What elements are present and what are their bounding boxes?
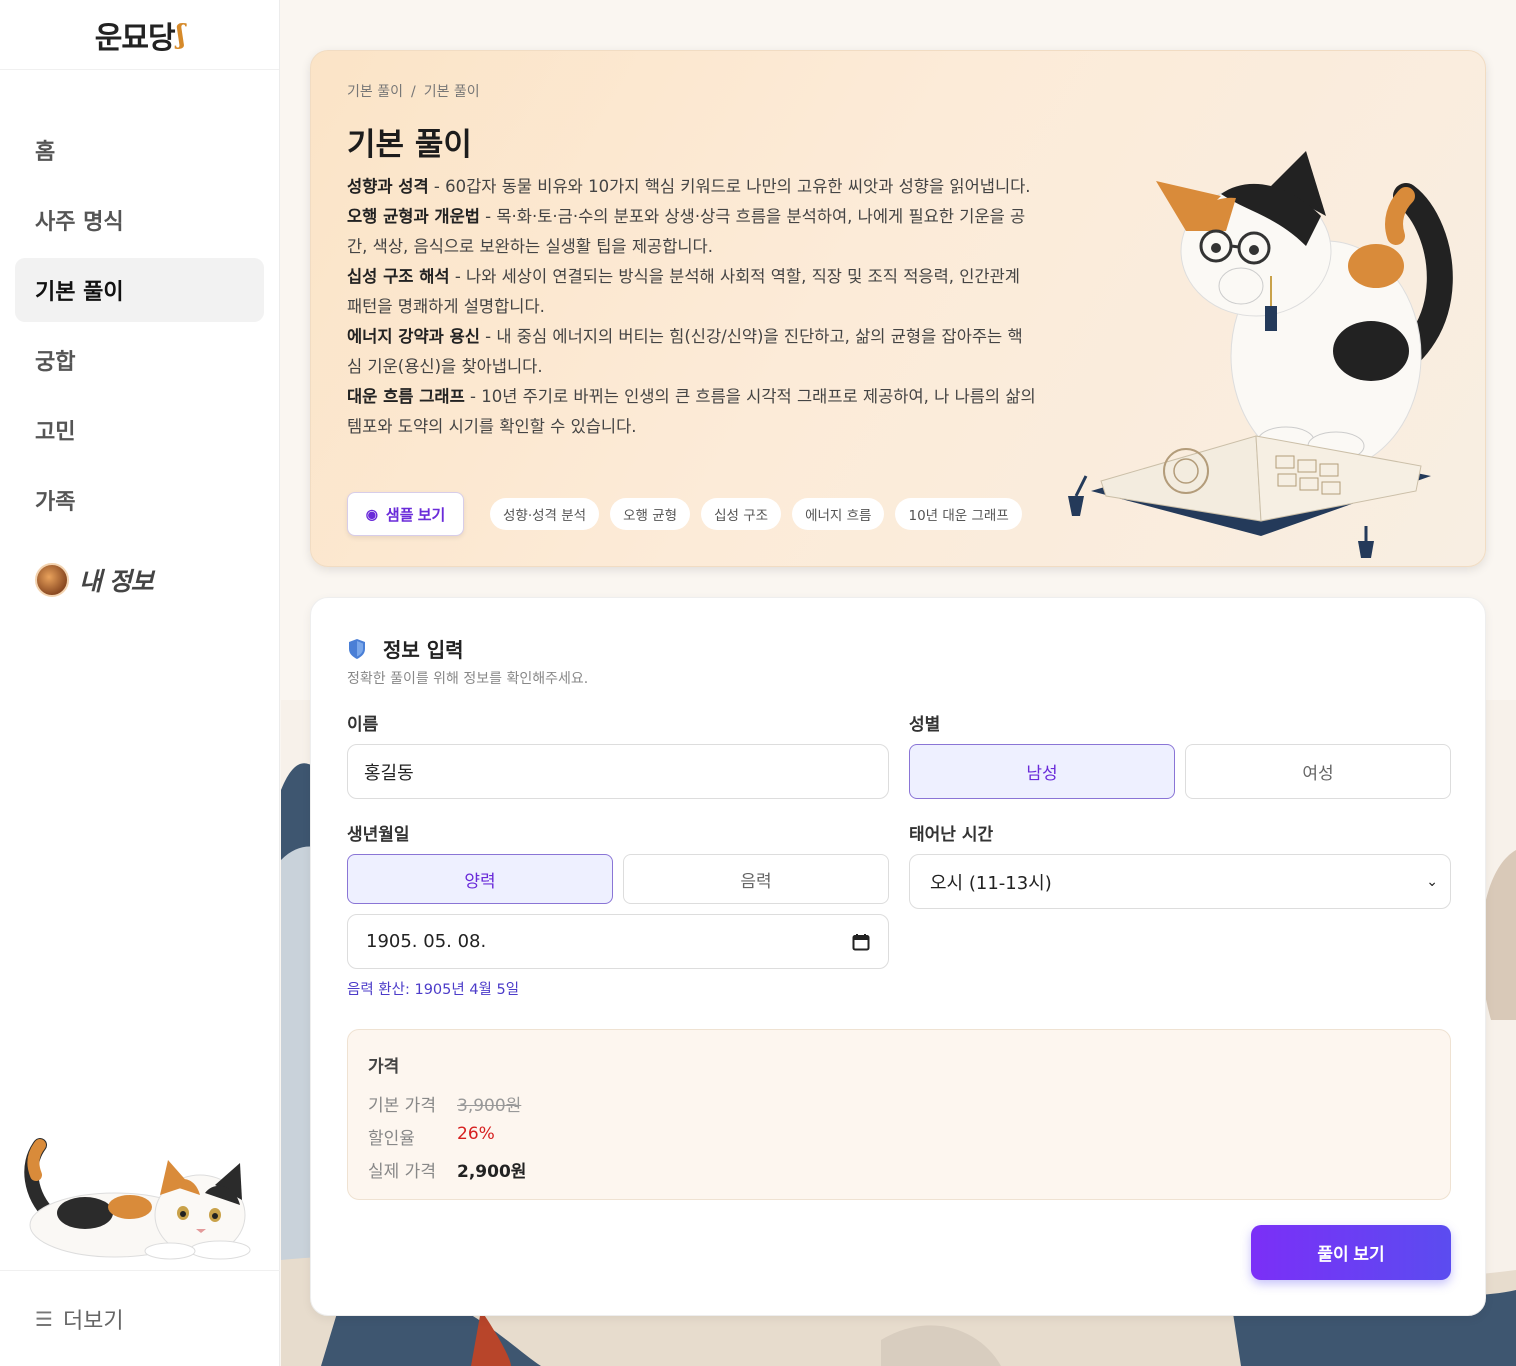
feature-title: 십성 구조 해석: [347, 267, 450, 286]
birth-time-select[interactable]: 오시 (11-13시) ⌄: [909, 854, 1451, 909]
my-info-label: 내 정보: [79, 567, 154, 596]
gender-female-button[interactable]: 여성: [1185, 744, 1451, 799]
shield-icon: [349, 638, 365, 659]
sidebar-item-my-info[interactable]: 내 정보: [35, 562, 154, 598]
gender-male-button[interactable]: 남성: [909, 744, 1175, 799]
price-box: 가격 기본 가격 3,900원 할인율 26% 실제 가격 2,900원: [347, 1029, 1451, 1200]
feature-tag: 10년 대운 그래프: [895, 498, 1022, 530]
breadcrumb-item[interactable]: 기본 풀이: [347, 84, 403, 100]
feature-tag: 십성 구조: [701, 498, 782, 530]
sidebar-item-basic-reading[interactable]: 기본 풀이: [15, 258, 264, 322]
feature-title: 성향과 성격: [347, 177, 429, 196]
hero-actions: ◉ 샘플 보기 성향·성격 분석 오행 균형 십성 구조 에너지 흐름 10년 …: [347, 492, 1033, 536]
discount-value: 26%: [457, 1124, 495, 1144]
reading-cat-illustration: [1068, 151, 1453, 558]
gender-label: 성별: [909, 715, 941, 735]
feature-item: 에너지 강약과 용신 - 내 중심 에너지의 버티는 힘(신강/신약)을 진단하…: [347, 322, 1037, 382]
sidebar-item-family[interactable]: 가족: [15, 468, 264, 532]
feature-tag: 성향·성격 분석: [490, 498, 600, 530]
info-input-card: 정보 입력 정확한 풀이를 위해 정보를 확인해주세요. 이름 홍길동 성별 남…: [310, 597, 1486, 1316]
price-row-discount: 할인율 26%: [368, 1124, 495, 1149]
more-label: 더보기: [62, 1308, 124, 1334]
chevron-down-icon: ⌄: [1426, 873, 1438, 890]
feature-item: 대운 흐름 그래프 - 10년 주기로 바뀌는 인생의 큰 흐름을 시각적 그래…: [347, 382, 1037, 442]
price-row-base: 기본 가격 3,900원: [368, 1091, 521, 1116]
logo-text: 운묘당: [94, 20, 176, 56]
logo[interactable]: 운묘당 ʃ: [0, 0, 279, 70]
avatar: [35, 563, 69, 597]
birth-time-label: 태어난 시간: [909, 825, 994, 845]
discount-label: 할인율: [368, 1129, 415, 1149]
sidebar-nav: 홈 사주 명식 기본 풀이 궁합 고민 가족: [15, 118, 264, 538]
name-input[interactable]: 홍길동: [347, 744, 889, 799]
base-price-value: 3,900원: [457, 1096, 522, 1116]
feature-item: 성향과 성격 - 60갑자 동물 비유와 10가지 핵심 키워드로 나만의 고유…: [347, 172, 1037, 202]
sidebar: 운묘당 ʃ 홈 사주 명식 기본 풀이 궁합 고민 가족 내 정보 ☰ 더보기: [0, 0, 280, 1366]
sidebar-item-label: 궁합: [35, 350, 76, 375]
price-row-final: 실제 가격 2,900원: [368, 1157, 526, 1182]
price-title: 가격: [368, 1057, 400, 1077]
sidebar-item-home[interactable]: 홈: [15, 118, 264, 182]
sidebar-item-label: 고민: [35, 420, 76, 445]
birth-date-input[interactable]: 1905. 05. 08.: [347, 914, 889, 969]
more-button[interactable]: ☰ 더보기: [0, 1270, 280, 1366]
feature-text: - 60갑자 동물 비유와 10가지 핵심 키워드로 나만의 고유한 씨앗과 성…: [428, 177, 1031, 196]
menu-icon: ☰: [35, 1306, 53, 1331]
sidebar-item-label: 홈: [35, 140, 56, 165]
page-title: 기본 풀이: [347, 127, 472, 163]
solar-calendar-button[interactable]: 양력: [347, 854, 613, 904]
sample-view-button[interactable]: ◉ 샘플 보기: [347, 492, 464, 536]
breadcrumb-separator: /: [410, 84, 416, 100]
view-reading-button[interactable]: 풀이 보기: [1251, 1225, 1451, 1280]
feature-tag: 에너지 흐름: [792, 498, 885, 530]
sidebar-item-label: 가족: [35, 490, 76, 515]
feature-description: 성향과 성격 - 60갑자 동물 비유와 10가지 핵심 키워드로 나만의 고유…: [347, 172, 1037, 442]
name-label: 이름: [347, 715, 379, 735]
birth-time-value: 오시 (11-13시): [930, 872, 1052, 894]
sidebar-item-label: 기본 풀이: [35, 280, 124, 305]
form-header: 정보 입력: [347, 634, 464, 663]
form-subtitle: 정확한 풀이를 위해 정보를 확인해주세요.: [347, 671, 589, 687]
feature-title: 대운 흐름 그래프: [347, 387, 465, 406]
feature-item: 오행 균형과 개운법 - 목·화·토·금·수의 분포와 상생·상극 흐름을 분석…: [347, 202, 1037, 262]
sidebar-item-worries[interactable]: 고민: [15, 398, 264, 462]
birth-label: 생년월일: [347, 825, 410, 845]
sidebar-item-compatibility[interactable]: 궁합: [15, 328, 264, 392]
sample-view-label: 샘플 보기: [385, 506, 446, 524]
base-price-label: 기본 가격: [368, 1096, 436, 1116]
final-price-value: 2,900원: [457, 1162, 527, 1182]
feature-tag: 오행 균형: [610, 498, 691, 530]
feature-title: 오행 균형과 개운법: [347, 207, 480, 226]
feature-item: 십성 구조 해석 - 나와 세상이 연결되는 방식을 분석해 사회적 역할, 직…: [347, 262, 1037, 322]
lunar-calendar-button[interactable]: 음력: [623, 854, 889, 904]
form-title: 정보 입력: [383, 638, 464, 662]
final-price-label: 실제 가격: [368, 1162, 436, 1182]
sidebar-item-label: 사주 명식: [35, 210, 124, 235]
calendar-icon[interactable]: [852, 933, 870, 951]
logo-tail-icon: ʃ: [176, 19, 186, 50]
sidebar-item-saju-chart[interactable]: 사주 명식: [15, 188, 264, 252]
breadcrumb-item[interactable]: 기본 풀이: [424, 84, 480, 100]
feature-title: 에너지 강약과 용신: [347, 327, 480, 346]
hero-card: 기본 풀이 / 기본 풀이 기본 풀이 성향과 성격 - 60갑자 동물 비유와 1…: [310, 50, 1486, 567]
lunar-conversion-note: 음력 환산: 1905년 4월 5일: [347, 982, 520, 998]
birth-date-value: 1905. 05. 08.: [366, 931, 487, 952]
lying-cat-illustration: [24, 1138, 251, 1260]
eye-icon: ◉: [365, 505, 378, 522]
breadcrumb: 기본 풀이 / 기본 풀이: [347, 81, 480, 101]
